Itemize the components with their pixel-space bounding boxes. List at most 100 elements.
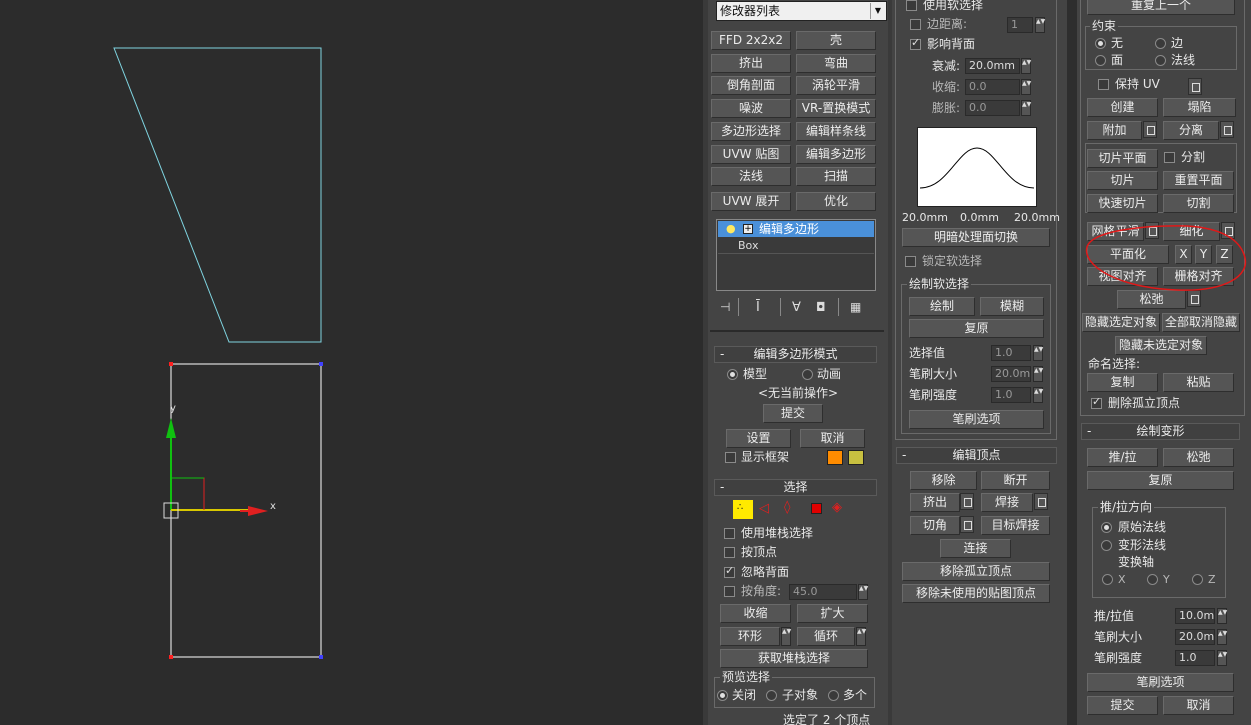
preview-subobject-radio[interactable] <box>766 690 777 701</box>
delete-isolated-checkbox[interactable] <box>1091 395 1102 409</box>
rollout-edit-vertices[interactable]: - 编辑顶点 <box>896 447 1057 464</box>
paint-button[interactable]: 绘制 <box>909 297 975 316</box>
shrink-button[interactable]: 收缩 <box>720 604 791 623</box>
pinch-spinner[interactable]: 0.0 <box>965 79 1020 95</box>
show-cage-checkbox[interactable] <box>725 452 736 463</box>
stack-item-edit-poly[interactable]: ● + 编辑多边形 <box>718 221 874 237</box>
blur-button[interactable]: 模糊 <box>980 297 1044 316</box>
cage-color-swatch[interactable] <box>848 450 864 465</box>
rollout-selection[interactable]: - 选择 <box>714 479 877 496</box>
chevron-down-icon[interactable]: ▼ <box>870 3 885 19</box>
polygon-mode-icon[interactable] <box>811 503 822 514</box>
spinner-arrows-icon[interactable]: ▲▼ <box>858 584 868 600</box>
edge-distance-spinner[interactable]: 1 <box>1007 17 1033 33</box>
commit-button[interactable]: 提交 <box>763 404 823 423</box>
affect-backfacing-checkbox[interactable] <box>910 36 921 50</box>
extrude-button[interactable]: 挤出 <box>910 493 960 512</box>
paint-relax-button[interactable]: 松弛 <box>1163 448 1234 467</box>
modifier-button[interactable]: 噪波 <box>711 99 791 118</box>
rollout-paint-deformation[interactable]: - 绘制变形 <box>1081 423 1240 440</box>
modifier-button[interactable]: FFD 2x2x2 <box>711 31 791 50</box>
chamfer-settings-icon[interactable] <box>960 516 974 533</box>
break-button[interactable]: 断开 <box>981 471 1050 490</box>
unhide-all-button[interactable]: 全部取消隐藏 <box>1162 313 1240 332</box>
target-weld-button[interactable]: 目标焊接 <box>981 516 1050 535</box>
modifier-button[interactable]: UVW 贴图 <box>711 145 791 164</box>
axis-y-radio[interactable] <box>1147 574 1158 585</box>
pd-cancel-button[interactable]: 取消 <box>1163 696 1234 715</box>
modifier-button[interactable]: 壳 <box>796 31 876 50</box>
hide-selected-button[interactable]: 隐藏选定对象 <box>1082 313 1160 332</box>
hide-unselected-button[interactable]: 隐藏未选定对象 <box>1115 336 1207 355</box>
connect-button[interactable]: 连接 <box>940 539 1011 558</box>
paste-button[interactable]: 粘贴 <box>1163 373 1234 392</box>
settings-button[interactable]: 设置 <box>726 429 791 448</box>
by-vertex-checkbox[interactable] <box>724 547 735 558</box>
bubble-spinner[interactable]: 0.0 <box>965 100 1020 116</box>
spinner-arrows-icon[interactable]: ▲▼ <box>1217 608 1227 624</box>
loop-button[interactable]: 循环 <box>797 627 855 646</box>
modifier-button[interactable]: 挤出 <box>711 54 791 73</box>
spinner-arrows-icon[interactable]: ▲▼ <box>1021 100 1031 116</box>
get-stack-selection-button[interactable]: 获取堆栈选择 <box>720 649 868 668</box>
modifier-button[interactable]: 涡轮平滑 <box>796 76 876 95</box>
spinner-arrows-icon[interactable]: ▲▼ <box>856 627 866 646</box>
falloff-spinner[interactable]: 20.0mm <box>965 58 1020 74</box>
vertex-mode-icon[interactable]: ∴ <box>732 499 754 520</box>
spinner-arrows-icon[interactable]: ▲▼ <box>1033 387 1043 403</box>
copy-button[interactable]: 复制 <box>1087 373 1158 392</box>
modifier-button[interactable]: 多边形选择 <box>711 122 791 141</box>
border-mode-icon[interactable]: ◊ <box>784 500 790 515</box>
preview-off-radio[interactable] <box>717 690 728 701</box>
edge-distance-checkbox[interactable] <box>910 19 921 30</box>
brush-options-button[interactable]: 笔刷选项 <box>909 410 1044 429</box>
modifier-button[interactable]: 扫描 <box>796 167 876 186</box>
weld-settings-icon[interactable] <box>1034 493 1048 510</box>
spinner-arrows-icon[interactable]: ▲▼ <box>1033 345 1043 361</box>
push-value-spinner[interactable]: 10.0mm <box>1175 608 1215 624</box>
pd-brush-size-spinner[interactable]: 20.0mm <box>1175 629 1215 645</box>
spinner-arrows-icon[interactable]: ▲▼ <box>1021 58 1031 74</box>
revert-button[interactable]: 复原 <box>909 319 1044 338</box>
element-mode-icon[interactable]: ◈ <box>832 500 842 515</box>
modifier-stack[interactable]: ● + 编辑多边形 Box <box>716 219 876 291</box>
modifier-button[interactable]: UVW 展开 <box>711 192 791 211</box>
spinner-arrows-icon[interactable]: ▲▼ <box>1033 366 1043 382</box>
ignore-backfacing-checkbox[interactable] <box>724 564 735 578</box>
pin-stack-icon[interactable]: ⊣ <box>720 300 736 316</box>
viewport-canvas[interactable]: x y <box>0 0 703 725</box>
animate-radio[interactable] <box>802 369 813 380</box>
angle-spinner[interactable]: 45.0 <box>789 584 857 600</box>
modifier-list-dropdown[interactable]: 修改器列表 ▼ <box>716 1 887 21</box>
expand-icon[interactable]: + <box>743 224 753 234</box>
modifier-button[interactable]: 编辑样条线 <box>796 122 876 141</box>
shaded-face-toggle-button[interactable]: 明暗处理面切换 <box>902 228 1050 247</box>
remove-button[interactable]: 移除 <box>910 471 977 490</box>
edge-mode-icon[interactable]: ◁ <box>759 501 769 516</box>
select-value-spinner[interactable]: 1.0 <box>991 345 1031 361</box>
brush-strength-spinner[interactable]: 1.0 <box>991 387 1031 403</box>
pd-brush-options-button[interactable]: 笔刷选项 <box>1087 673 1234 692</box>
grow-button[interactable]: 扩大 <box>797 604 868 623</box>
pd-commit-button[interactable]: 提交 <box>1087 696 1158 715</box>
by-angle-checkbox[interactable] <box>724 586 735 597</box>
configure-sets-icon[interactable]: ▦ <box>850 300 866 316</box>
use-stack-selection-checkbox[interactable] <box>724 528 735 539</box>
axis-z-radio[interactable] <box>1192 574 1203 585</box>
remove-isolated-button[interactable]: 移除孤立顶点 <box>902 562 1050 581</box>
brush-size-spinner[interactable]: 20.0mm <box>991 366 1031 382</box>
use-soft-selection-checkbox[interactable] <box>906 0 917 11</box>
modifier-button[interactable]: 优化 <box>796 192 876 211</box>
modifier-button[interactable]: 编辑多边形 <box>796 145 876 164</box>
modifier-button[interactable]: 法线 <box>711 167 791 186</box>
modifier-button[interactable]: VR-置换模式 <box>796 99 876 118</box>
viewport[interactable]: x y <box>0 0 703 725</box>
stack-item-box[interactable]: Box <box>718 238 874 254</box>
spinner-arrows-icon[interactable]: ▲▼ <box>1217 629 1227 645</box>
deformed-normals-radio[interactable] <box>1101 540 1112 551</box>
remove-unused-map-button[interactable]: 移除未使用的贴图顶点 <box>902 584 1050 603</box>
spinner-arrows-icon[interactable]: ▲▼ <box>781 627 791 646</box>
push-pull-button[interactable]: 推/拉 <box>1087 448 1158 467</box>
show-end-result-icon[interactable]: Ī <box>756 300 772 316</box>
spinner-arrows-icon[interactable]: ▲▼ <box>1021 79 1031 95</box>
